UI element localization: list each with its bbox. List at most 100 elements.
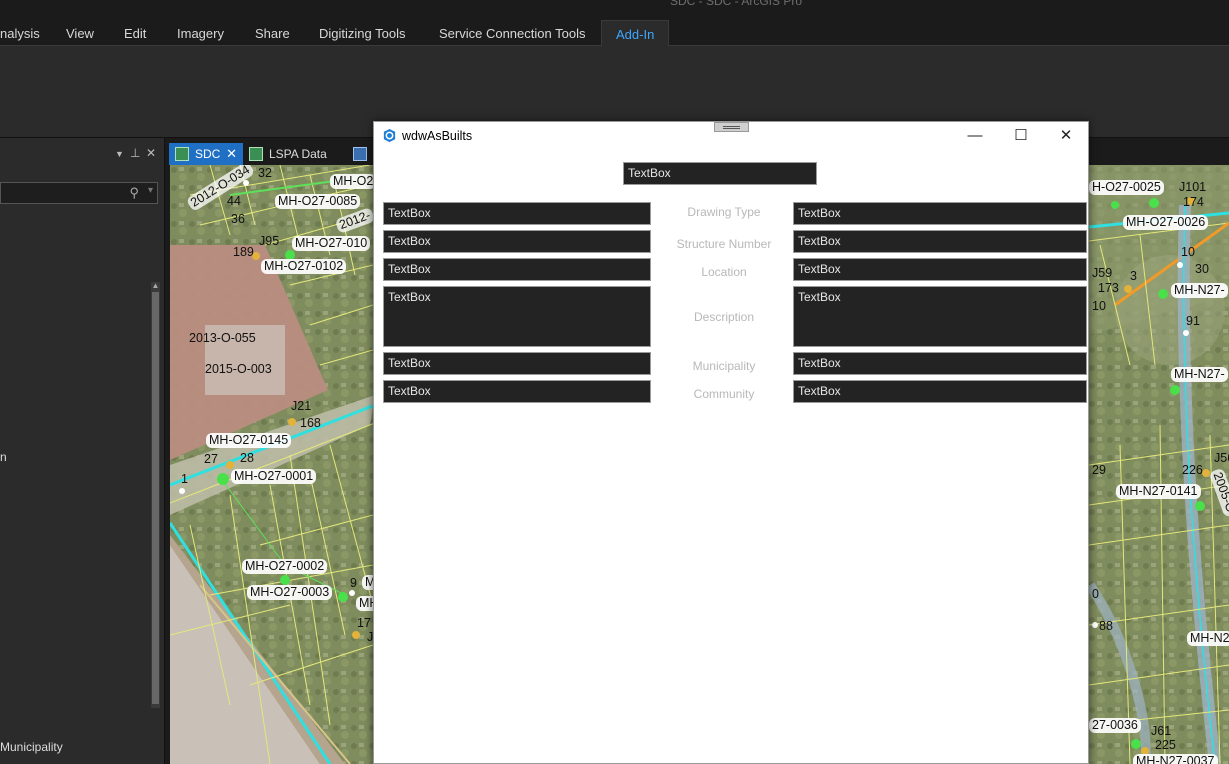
pin-icon[interactable]: ⊥: [130, 146, 140, 160]
location-left-textbox[interactable]: TextBox: [383, 258, 651, 281]
map-label: 27: [204, 452, 218, 466]
municipality-label: Municipality: [692, 359, 756, 373]
contents-pane: ▼ ⊥ ✕ ⚲ ▾ ▲ n Municipality: [0, 138, 165, 764]
close-icon[interactable]: ✕: [226, 143, 237, 165]
map-label: 32: [258, 166, 272, 180]
map-label: J61: [1151, 724, 1172, 738]
map-label: 17: [357, 616, 371, 630]
map-label: 0: [1092, 587, 1099, 601]
tab-lspa-label: LSPA Data: [269, 147, 327, 161]
pane-search-input[interactable]: ⚲ ▾: [0, 182, 158, 204]
scroll-up-icon[interactable]: ▲: [151, 282, 160, 290]
map-label: 44: [227, 194, 241, 208]
map-label: MH-N27-0141: [1116, 484, 1201, 499]
drag-grip-handle[interactable]: [714, 122, 749, 132]
minimize-button[interactable]: —: [963, 126, 987, 146]
pane-header: ▼ ⊥ ✕: [0, 144, 165, 164]
pane-item-municipality: Municipality: [0, 740, 63, 754]
map-label: 174: [1183, 195, 1204, 209]
tab-sdc-map[interactable]: SDC ✕: [169, 143, 243, 165]
description-right-textbox[interactable]: TextBox: [793, 286, 1087, 347]
tab-edit[interactable]: Edit: [110, 20, 160, 46]
map-label: 3: [1130, 269, 1137, 283]
pane-options-icon[interactable]: ▼: [115, 149, 124, 159]
ribbon-tab-bar: nalysis View Edit Imagery Share Digitizi…: [0, 20, 1229, 47]
map-label: MH-N2: [1187, 631, 1229, 646]
tab-share[interactable]: Share: [241, 20, 304, 46]
map-label: 36: [231, 212, 245, 226]
tab-add-in[interactable]: Add-In: [601, 20, 670, 47]
map-label: 226: [1182, 463, 1203, 477]
location-label: Location: [701, 265, 747, 279]
chevron-down-icon[interactable]: ▾: [148, 185, 153, 196]
app-title: SDC - SDC - ArcGIS Pro: [670, 0, 803, 8]
tab-lspa-data[interactable]: LSPA Data: [243, 143, 347, 165]
map-label: 29: [1092, 463, 1106, 477]
map-label: MH-O27-0102: [261, 259, 347, 274]
tab-view[interactable]: View: [52, 20, 108, 46]
map-label: MH-O27-0001: [231, 469, 317, 484]
map-label: J56: [1214, 451, 1229, 465]
map-label: 9: [350, 576, 357, 590]
tab-service-connection-tools[interactable]: Service Connection Tools: [425, 20, 599, 46]
community-right-textbox[interactable]: TextBox: [793, 380, 1087, 403]
tab-layout[interactable]: [347, 143, 373, 165]
map-label: MH-O27-0003: [247, 585, 333, 600]
map-label: MH-N27-: [1171, 367, 1228, 382]
map-label: 91: [1186, 314, 1200, 328]
map-label: 30: [1195, 262, 1209, 276]
map-label: MH-N27-0037: [1133, 754, 1218, 764]
wdwasbuilts-dialog: wdwAsBuilts — ☐ ✕ TextBox TextBox Drawin…: [373, 121, 1089, 764]
description-label: Description: [693, 310, 755, 324]
tab-analysis[interactable]: nalysis: [0, 20, 54, 46]
map-label: MH-O27-0002: [242, 559, 328, 574]
maximize-button[interactable]: ☐: [1009, 126, 1033, 146]
tab-imagery[interactable]: Imagery: [163, 20, 238, 46]
tab-digitizing-tools[interactable]: Digitizing Tools: [305, 20, 419, 46]
map-label: 10: [1092, 299, 1106, 313]
map-label: 168: [300, 416, 321, 430]
structure-number-left-textbox[interactable]: TextBox: [383, 230, 651, 253]
map-label: 225: [1155, 738, 1176, 752]
close-button[interactable]: ✕: [1054, 126, 1078, 146]
map-label: MH-O27-0085: [275, 194, 361, 209]
search-icon[interactable]: ⚲: [129, 185, 139, 201]
drawing-type-left-textbox[interactable]: TextBox: [383, 202, 651, 225]
structure-number-right-textbox[interactable]: TextBox: [793, 230, 1087, 253]
structure-number-label: Structure Number: [676, 237, 772, 251]
close-icon[interactable]: ✕: [146, 146, 156, 160]
pane-item-text: n: [0, 450, 7, 464]
map-label: 1: [181, 472, 188, 486]
map-label: 10: [1181, 245, 1195, 259]
drawing-type-label: Drawing Type: [687, 205, 761, 219]
map-label: 88: [1099, 619, 1113, 633]
municipality-left-textbox[interactable]: TextBox: [383, 352, 651, 375]
pane-scrollbar[interactable]: [151, 282, 160, 708]
map-label: MH-N27-: [1171, 283, 1228, 298]
map-label: J95: [259, 234, 280, 248]
map-icon: [249, 147, 263, 161]
app-logo-icon: [383, 128, 396, 143]
app-title-bar: SDC - SDC - ArcGIS Pro: [0, 0, 1229, 20]
community-left-textbox[interactable]: TextBox: [383, 380, 651, 403]
tab-sdc-label: SDC: [195, 147, 221, 161]
location-right-textbox[interactable]: TextBox: [793, 258, 1087, 281]
map-label: J59: [1092, 266, 1113, 280]
drawing-type-right-textbox[interactable]: TextBox: [793, 202, 1087, 225]
map-label: H-O27-0025: [1089, 180, 1164, 195]
map-label: 2013-O-055: [189, 331, 256, 345]
map-label: J101: [1179, 180, 1207, 194]
description-left-textbox[interactable]: TextBox: [383, 286, 651, 347]
map-label: 27-0036: [1089, 718, 1141, 733]
layout-icon: [353, 147, 367, 161]
map-label: 189: [233, 245, 254, 259]
map-label: MH-O27-010: [292, 236, 371, 251]
map-label: MH-O27-0026: [1123, 215, 1209, 230]
municipality-right-textbox[interactable]: TextBox: [793, 352, 1087, 375]
map-label: 28: [240, 451, 254, 465]
map-label: 2015-O-003: [205, 362, 272, 376]
map-icon: [175, 147, 189, 161]
map-label: J21: [291, 399, 312, 413]
top-textbox[interactable]: TextBox: [623, 162, 817, 185]
map-label: MH-O2: [330, 174, 377, 189]
